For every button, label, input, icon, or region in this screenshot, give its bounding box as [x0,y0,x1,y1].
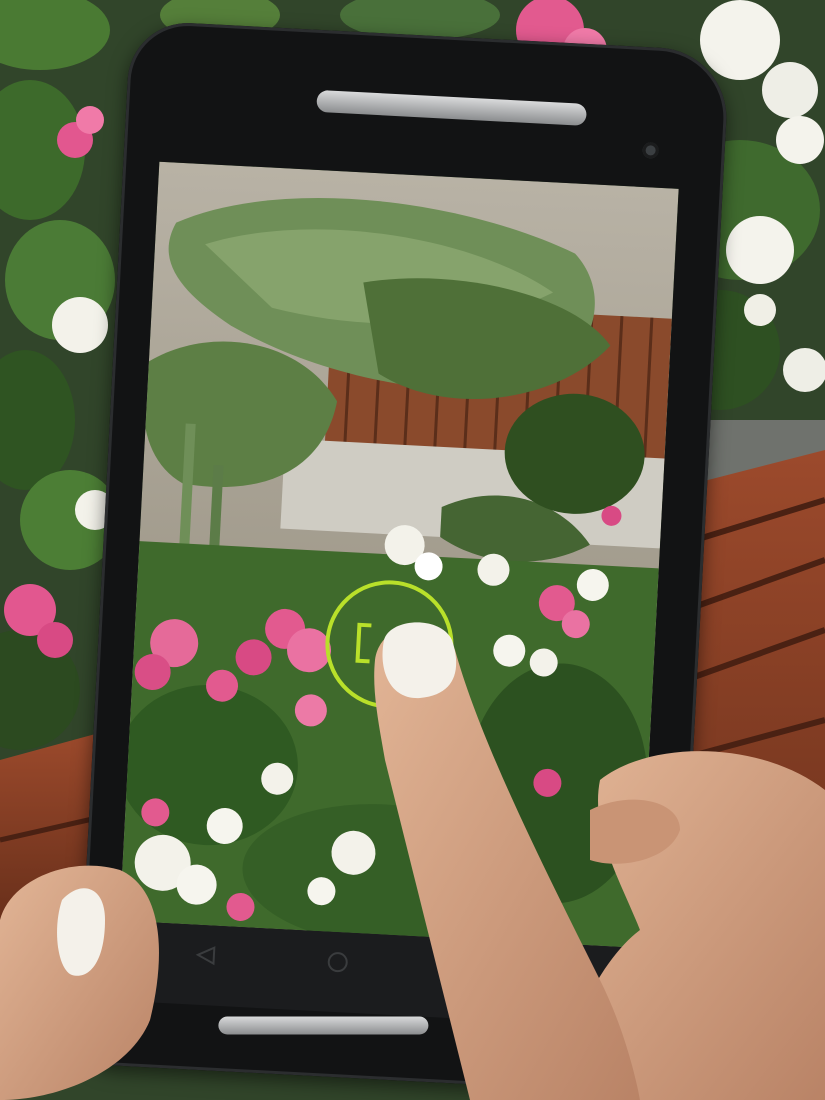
photo-scene [0,0,825,1100]
hands [0,622,825,1100]
left-thumb [0,865,159,1100]
